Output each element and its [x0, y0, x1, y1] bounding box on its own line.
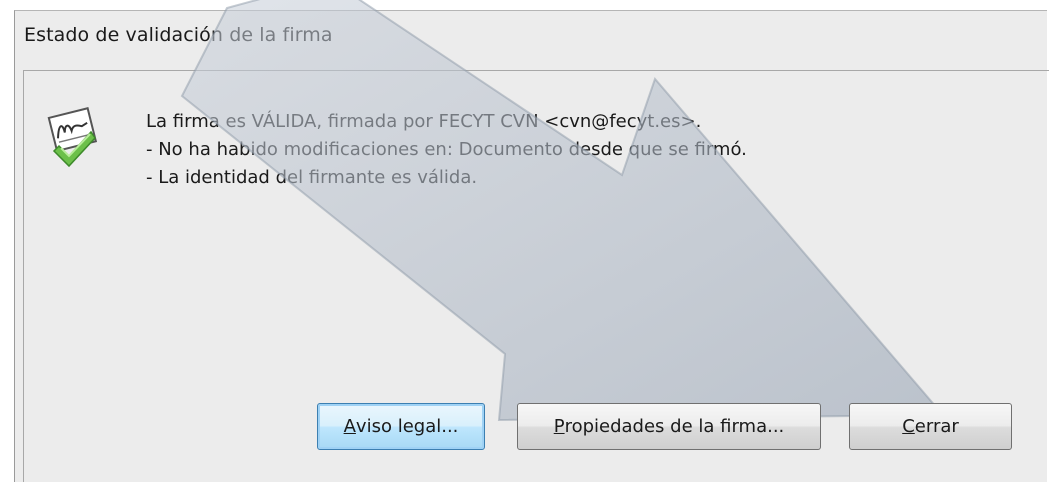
validation-message: La firma es VÁLIDA, firmada por FECYT CV… [146, 108, 747, 192]
close-button-label: Cerrar [902, 416, 959, 437]
signature-properties-label-rest: ropiedades de la firma... [564, 416, 785, 437]
legal-notice-button[interactable]: Aviso legal... [317, 403, 485, 450]
legal-notice-button-label: Aviso legal... [344, 416, 459, 437]
signature-properties-button-label: Propiedades de la firma... [554, 416, 785, 437]
legal-notice-label-rest: viso legal... [355, 416, 459, 437]
legal-notice-mnemonic: A [343, 416, 356, 437]
message-line-identity: - La identidad del firmante es válida. [146, 167, 478, 188]
close-label-rest: errar [914, 416, 959, 437]
dialog-title: Estado de validación de la firma [24, 24, 333, 46]
signature-properties-mnemonic: P [553, 416, 565, 437]
signature-valid-icon [47, 107, 98, 168]
close-mnemonic: C [902, 416, 915, 437]
close-button[interactable]: Cerrar [849, 403, 1012, 450]
message-line-status: La firma es VÁLIDA, firmada por FECYT CV… [146, 111, 702, 132]
message-line-modifications: - No ha habido modificaciones en: Docume… [146, 139, 747, 160]
signature-properties-button[interactable]: Propiedades de la firma... [517, 403, 821, 450]
screenshot-frame: Estado de validación de la firma La firm… [0, 0, 1049, 482]
